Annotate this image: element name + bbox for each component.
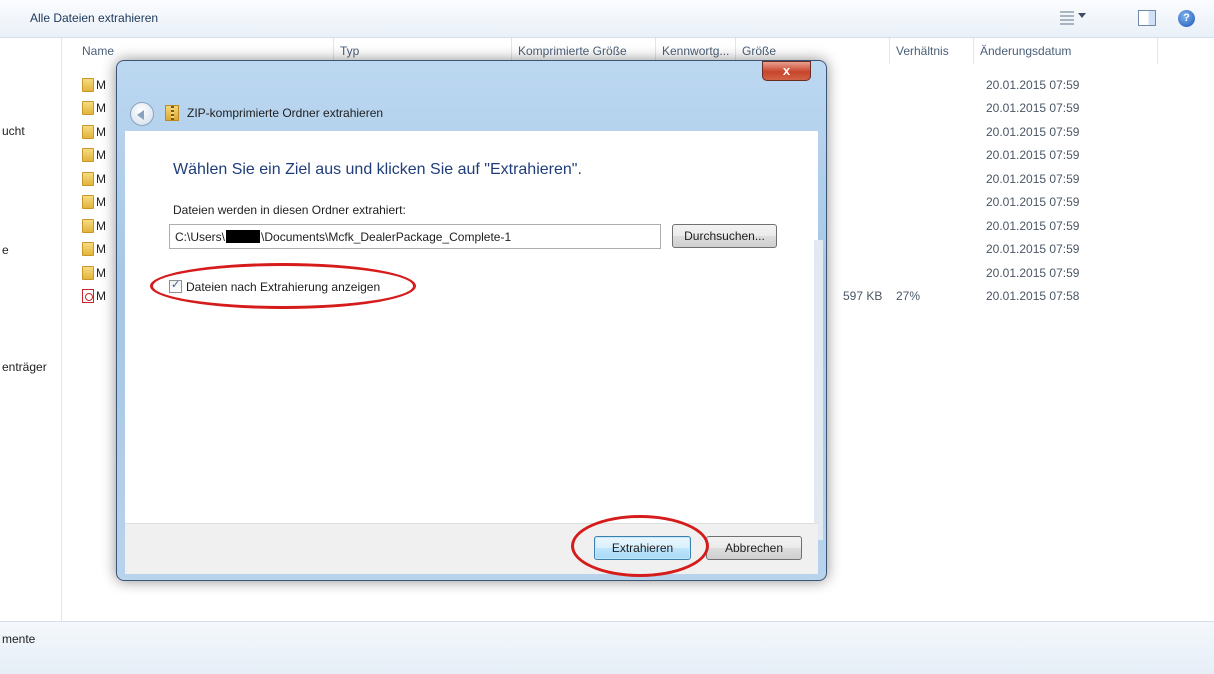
annotation-circle-extract: [571, 515, 709, 577]
extract-all-toolbar-button[interactable]: Alle Dateien extrahieren: [30, 11, 158, 25]
file-name[interactable]: M: [96, 242, 106, 256]
file-name[interactable]: M: [96, 101, 106, 115]
file-date: 20.01.2015 07:59: [986, 148, 1080, 162]
nav-item[interactable]: enträger: [2, 360, 47, 374]
file-name[interactable]: M: [96, 219, 106, 233]
file-date: 20.01.2015 07:59: [986, 78, 1080, 92]
browse-button[interactable]: Durchsuchen...: [672, 224, 777, 248]
file-date: 20.01.2015 07:59: [986, 101, 1080, 115]
file-name[interactable]: M: [96, 195, 106, 209]
back-arrow-icon[interactable]: [130, 102, 154, 126]
file-name[interactable]: M: [96, 289, 106, 303]
zip-folder-icon: [165, 105, 179, 121]
folder-icon: [82, 195, 94, 209]
folder-icon: [82, 148, 94, 162]
destination-label: Dateien werden in diesen Ordner extrahie…: [173, 203, 406, 217]
column-header-ratio[interactable]: Verhältnis: [890, 38, 974, 64]
file-ratio: 27%: [896, 289, 921, 303]
file-date: 20.01.2015 07:59: [986, 242, 1080, 256]
change-view-icon[interactable]: [1060, 11, 1074, 25]
file-name[interactable]: M: [96, 125, 106, 139]
file-date: 20.01.2015 07:59: [986, 195, 1080, 209]
file-date: 20.01.2015 07:59: [986, 219, 1080, 233]
folder-icon: [82, 266, 94, 280]
column-header-modified[interactable]: Änderungsdatum: [974, 38, 1158, 64]
chevron-down-icon[interactable]: [1078, 13, 1086, 18]
scrollbar[interactable]: [814, 240, 823, 540]
path-prefix: C:\Users\: [175, 230, 226, 244]
folder-icon: [82, 78, 94, 92]
file-size: 597 KB: [843, 289, 883, 303]
annotation-circle-checkbox: [150, 263, 416, 309]
close-icon: x: [782, 63, 791, 78]
dialog-title: ZIP-komprimierte Ordner extrahieren: [187, 106, 384, 120]
file-date: 20.01.2015 07:59: [986, 172, 1080, 186]
folder-icon: [82, 125, 94, 139]
destination-path-input[interactable]: C:\Users\ \Documents\Mcfk_DealerPackage_C…: [169, 224, 661, 249]
nav-item[interactable]: ucht: [2, 124, 25, 138]
cancel-button[interactable]: Abbrechen: [706, 536, 802, 560]
item-count: mente: [2, 632, 36, 646]
file-name[interactable]: M: [96, 78, 106, 92]
file-date: 20.01.2015 07:59: [986, 125, 1080, 139]
pdf-icon: [82, 289, 94, 303]
path-suffix: \Documents\Mcfk_DealerPackage_Complete-1: [261, 230, 512, 244]
file-name[interactable]: M: [96, 148, 106, 162]
instruction-heading: Wählen Sie ein Ziel aus und klicken Sie …: [173, 161, 582, 178]
redacted-username: [226, 230, 261, 243]
folder-icon: [82, 219, 94, 233]
folder-icon: [82, 172, 94, 186]
file-date: 20.01.2015 07:59: [986, 266, 1080, 280]
status-bar: mente: [0, 621, 1214, 674]
folder-icon: [82, 101, 94, 115]
preview-pane-icon[interactable]: [1138, 10, 1156, 26]
file-date: 20.01.2015 07:58: [986, 289, 1080, 303]
file-name[interactable]: M: [96, 172, 106, 186]
file-name[interactable]: M: [96, 266, 106, 280]
navigation-pane: ucht e enträger: [0, 38, 62, 621]
close-button[interactable]: x: [762, 61, 811, 81]
dialog-body: [125, 131, 818, 523]
folder-icon: [82, 242, 94, 256]
nav-item[interactable]: e: [2, 243, 9, 257]
explorer-toolbar: Alle Dateien extrahieren ?: [0, 0, 1214, 38]
help-icon[interactable]: ?: [1178, 10, 1195, 27]
